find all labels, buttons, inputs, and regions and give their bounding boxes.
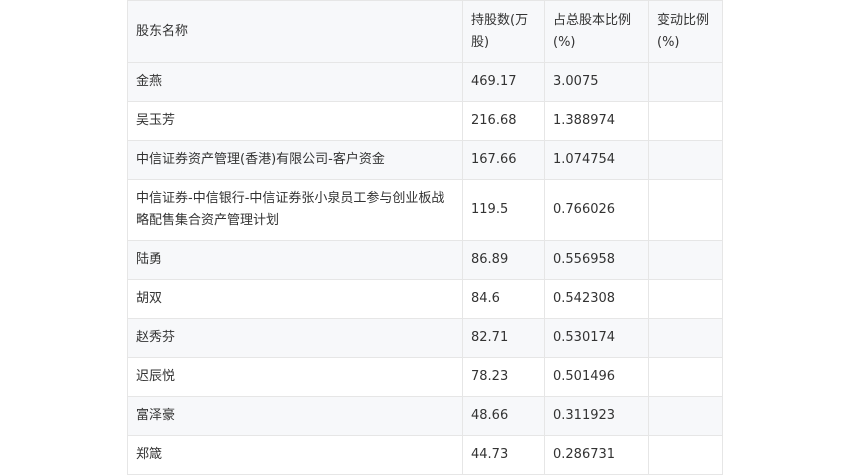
cell-name: 迟辰悦 — [127, 357, 463, 397]
cell-name: 金燕 — [127, 62, 463, 102]
cell-shares: 48.66 — [462, 396, 545, 436]
header-shares: 持股数(万股) — [462, 0, 545, 63]
table-row: 赵秀芬 82.71 0.530174 — [127, 318, 723, 358]
cell-shares: 82.71 — [462, 318, 545, 358]
header-change: 变动比例(%) — [648, 0, 723, 63]
cell-ratio: 0.501496 — [544, 357, 649, 397]
table-row: 郑箴 44.73 0.286731 — [127, 435, 723, 475]
cell-change — [648, 101, 723, 141]
table-row: 富泽豪 48.66 0.311923 — [127, 396, 723, 436]
table-row: 中信证券-中信银行-中信证券张小泉员工参与创业板战略配售集合资产管理计划 119… — [127, 179, 723, 241]
cell-ratio: 0.556958 — [544, 240, 649, 280]
table-row: 吴玉芳 216.68 1.388974 — [127, 101, 723, 141]
cell-name: 中信证券-中信银行-中信证券张小泉员工参与创业板战略配售集合资产管理计划 — [127, 179, 463, 241]
cell-change — [648, 62, 723, 102]
cell-ratio: 0.542308 — [544, 279, 649, 319]
table-row: 胡双 84.6 0.542308 — [127, 279, 723, 319]
cell-ratio: 0.530174 — [544, 318, 649, 358]
cell-name: 陆勇 — [127, 240, 463, 280]
cell-ratio: 0.766026 — [544, 179, 649, 241]
shareholders-table-container: 股东名称 持股数(万股) 占总股本比例(%) 变动比例(%) 金燕 469.17… — [127, 0, 723, 475]
header-shareholder-name: 股东名称 — [127, 0, 463, 63]
cell-name: 胡双 — [127, 279, 463, 319]
cell-shares: 84.6 — [462, 279, 545, 319]
cell-shares: 216.68 — [462, 101, 545, 141]
cell-shares: 469.17 — [462, 62, 545, 102]
cell-shares: 119.5 — [462, 179, 545, 241]
cell-shares: 167.66 — [462, 140, 545, 180]
cell-name: 赵秀芬 — [127, 318, 463, 358]
table-row: 中信证券资产管理(香港)有限公司-客户资金 167.66 1.074754 — [127, 140, 723, 180]
cell-ratio: 0.286731 — [544, 435, 649, 475]
cell-name: 吴玉芳 — [127, 101, 463, 141]
cell-ratio: 1.074754 — [544, 140, 649, 180]
cell-shares: 78.23 — [462, 357, 545, 397]
shareholders-table: 股东名称 持股数(万股) 占总股本比例(%) 变动比例(%) 金燕 469.17… — [127, 0, 723, 475]
cell-shares: 44.73 — [462, 435, 545, 475]
cell-name: 中信证券资产管理(香港)有限公司-客户资金 — [127, 140, 463, 180]
cell-ratio: 3.0075 — [544, 62, 649, 102]
cell-change — [648, 279, 723, 319]
cell-ratio: 1.388974 — [544, 101, 649, 141]
table-row: 金燕 469.17 3.0075 — [127, 62, 723, 102]
table-row: 迟辰悦 78.23 0.501496 — [127, 357, 723, 397]
cell-name: 富泽豪 — [127, 396, 463, 436]
cell-change — [648, 179, 723, 241]
cell-ratio: 0.311923 — [544, 396, 649, 436]
cell-name: 郑箴 — [127, 435, 463, 475]
cell-change — [648, 318, 723, 358]
cell-change — [648, 435, 723, 475]
table-row: 陆勇 86.89 0.556958 — [127, 240, 723, 280]
cell-change — [648, 357, 723, 397]
cell-change — [648, 240, 723, 280]
cell-shares: 86.89 — [462, 240, 545, 280]
header-ratio: 占总股本比例(%) — [544, 0, 649, 63]
cell-change — [648, 396, 723, 436]
cell-change — [648, 140, 723, 180]
table-header-row: 股东名称 持股数(万股) 占总股本比例(%) 变动比例(%) — [127, 0, 723, 63]
